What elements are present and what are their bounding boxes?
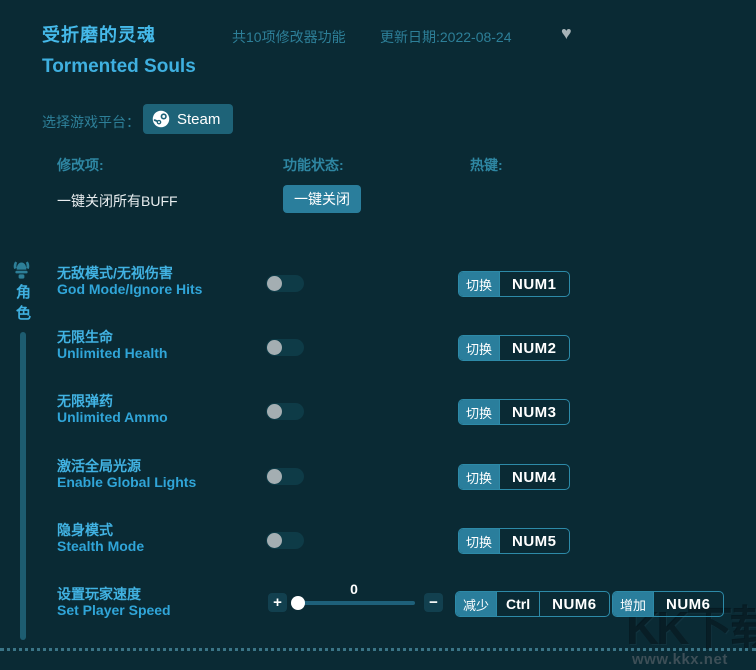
toggle-switch[interactable] bbox=[266, 275, 304, 292]
hotkey-key-label: NUM3 bbox=[499, 400, 569, 424]
column-header-status: 功能状态: bbox=[283, 157, 344, 173]
feature-label-en: Unlimited Health bbox=[57, 345, 168, 361]
feature-label-en: Unlimited Ammo bbox=[57, 409, 168, 425]
master-buff-label: 一键关闭所有BUFF bbox=[57, 193, 178, 209]
hotkey-action-label: 切换 bbox=[459, 465, 500, 489]
feature-row: 无敌模式/无视伤害 God Mode/Ignore Hits 切换 NUM1 bbox=[0, 262, 756, 312]
hotkey-button[interactable]: 切换 NUM5 bbox=[458, 528, 570, 554]
hotkey-key-label: NUM4 bbox=[499, 465, 569, 489]
feature-label-cn: 激活全局光源 bbox=[57, 458, 141, 474]
slider-value: 0 bbox=[350, 581, 358, 597]
feature-count: 共10项修改器功能 bbox=[232, 29, 346, 45]
slider-track[interactable] bbox=[293, 601, 415, 605]
hotkey-key-label: NUM6 bbox=[539, 592, 609, 616]
steam-button[interactable]: Steam bbox=[143, 104, 234, 134]
minus-button[interactable]: − bbox=[424, 593, 443, 612]
game-title-cn: 受折磨的灵魂 bbox=[42, 25, 156, 45]
speed-row: 设置玩家速度 Set Player Speed + 0 − 减少 Ctrl NU… bbox=[0, 581, 756, 633]
feature-row: 无限生命 Unlimited Health 切换 NUM2 bbox=[0, 326, 756, 376]
toggle-knob bbox=[267, 533, 282, 548]
hotkey-key-label: NUM2 bbox=[499, 336, 569, 360]
close-all-buff-button[interactable]: 一键关闭 bbox=[283, 185, 361, 213]
steam-button-label: Steam bbox=[177, 110, 221, 128]
toggle-switch[interactable] bbox=[266, 468, 304, 485]
feature-row: 无限弹药 Unlimited Ammo 切换 NUM3 bbox=[0, 390, 756, 440]
speed-label-cn: 设置玩家速度 bbox=[57, 586, 141, 602]
feature-row: 隐身模式 Stealth Mode 切换 NUM5 bbox=[0, 519, 756, 569]
feature-label-cn: 隐身模式 bbox=[57, 522, 113, 538]
game-title-en: Tormented Souls bbox=[42, 56, 196, 77]
feature-label-en: Stealth Mode bbox=[57, 538, 145, 554]
platform-label: 选择游戏平台： bbox=[42, 114, 140, 130]
hotkey-button[interactable]: 切换 NUM3 bbox=[458, 399, 570, 425]
hotkey-action-label: 减少 bbox=[456, 592, 497, 616]
toggle-knob bbox=[267, 340, 282, 355]
feature-row: 激活全局光源 Enable Global Lights 切换 NUM4 bbox=[0, 455, 756, 505]
hotkey-modifier-label: Ctrl bbox=[496, 592, 539, 616]
speed-label-en: Set Player Speed bbox=[57, 602, 171, 618]
toggle-switch[interactable] bbox=[266, 339, 304, 356]
feature-label-en: God Mode/Ignore Hits bbox=[57, 281, 203, 297]
toggle-knob bbox=[267, 276, 282, 291]
slider-knob[interactable] bbox=[291, 596, 305, 610]
feature-label-cn: 无限生命 bbox=[57, 329, 113, 345]
toggle-switch[interactable] bbox=[266, 403, 304, 420]
hotkey-action-label: 增加 bbox=[613, 592, 654, 616]
favorite-button[interactable]: ♥ bbox=[559, 21, 574, 46]
increase-hotkey-button[interactable]: 增加 NUM6 bbox=[612, 591, 724, 617]
hotkey-button[interactable]: 切换 NUM4 bbox=[458, 464, 570, 490]
steam-icon bbox=[152, 110, 170, 128]
toggle-knob bbox=[267, 469, 282, 484]
feature-label-en: Enable Global Lights bbox=[57, 474, 197, 490]
plus-button[interactable]: + bbox=[268, 593, 287, 612]
hotkey-button[interactable]: 切换 NUM2 bbox=[458, 335, 570, 361]
hotkey-action-label: 切换 bbox=[459, 400, 500, 424]
watermark-url: www.kkx.net bbox=[632, 651, 728, 668]
hotkey-key-label: NUM1 bbox=[499, 272, 569, 296]
hotkey-action-label: 切换 bbox=[459, 336, 500, 360]
update-date: 更新日期:2022-08-24 bbox=[380, 29, 512, 45]
hotkey-key-label: NUM6 bbox=[653, 592, 723, 616]
toggle-switch[interactable] bbox=[266, 532, 304, 549]
heart-icon: ♥ bbox=[561, 23, 572, 43]
hotkey-button[interactable]: 切换 NUM1 bbox=[458, 271, 570, 297]
column-header-item: 修改项: bbox=[57, 157, 104, 173]
hotkey-action-label: 切换 bbox=[459, 272, 500, 296]
toggle-knob bbox=[267, 404, 282, 419]
feature-label-cn: 无敌模式/无视伤害 bbox=[57, 265, 173, 281]
trainer-window: KK下载 受折磨的灵魂 共10项修改器功能 更新日期:2022-08-24 ♥ … bbox=[0, 0, 756, 670]
hotkey-key-label: NUM5 bbox=[499, 529, 569, 553]
column-header-hotkey: 热键: bbox=[470, 157, 503, 173]
decrease-hotkey-button[interactable]: 减少 Ctrl NUM6 bbox=[455, 591, 610, 617]
feature-label-cn: 无限弹药 bbox=[57, 393, 113, 409]
hotkey-action-label: 切换 bbox=[459, 529, 500, 553]
